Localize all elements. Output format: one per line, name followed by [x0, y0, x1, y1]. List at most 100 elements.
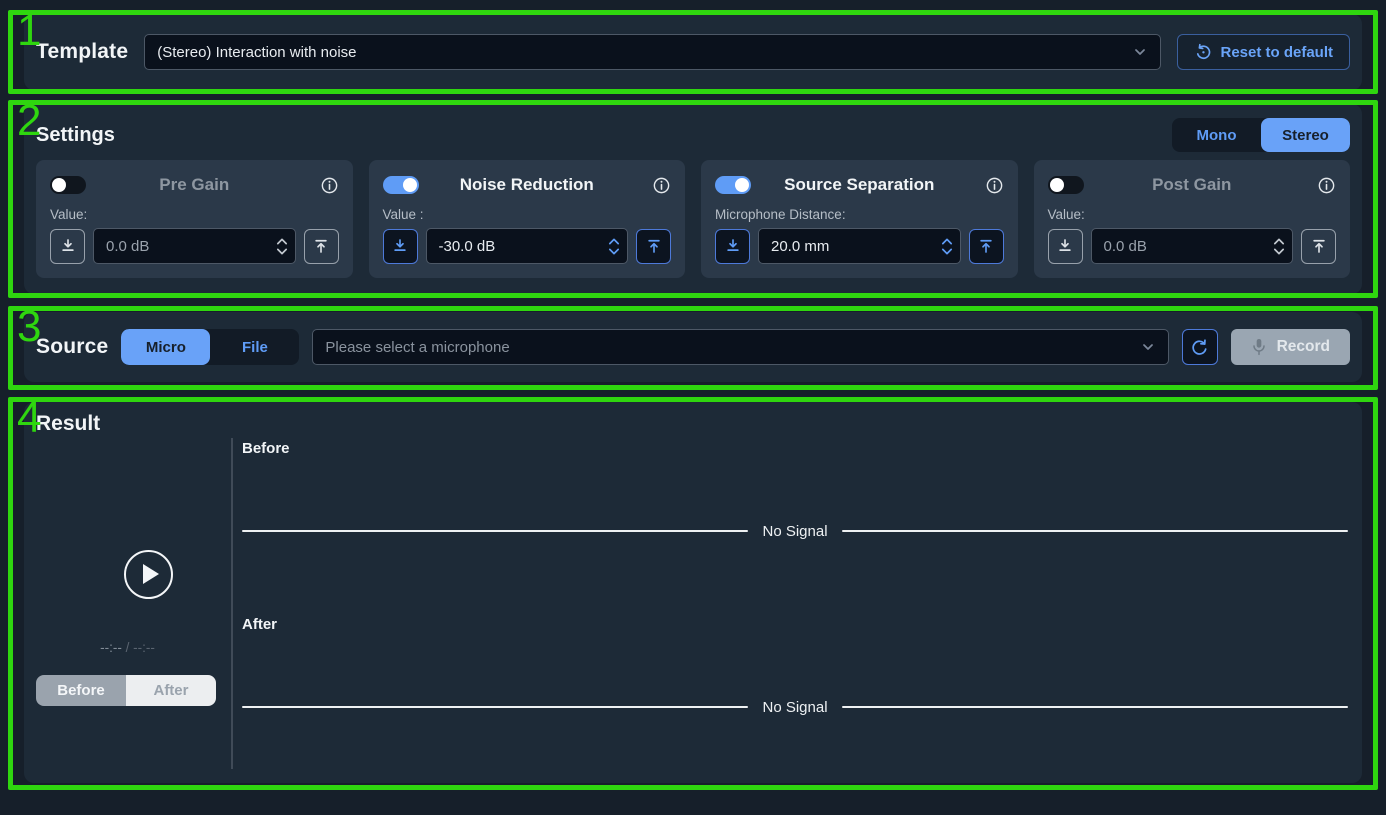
- post-gain-card: Post Gain Value: 0.0 dB: [1034, 160, 1351, 278]
- toggle-knob: [735, 178, 749, 192]
- source-separation-toggle[interactable]: [715, 176, 751, 194]
- toggle-knob: [1050, 178, 1064, 192]
- download-button[interactable]: [715, 229, 750, 264]
- info-icon[interactable]: [652, 176, 671, 195]
- noise-reduction-title: Noise Reduction: [383, 175, 672, 195]
- waveform-line: [242, 706, 748, 709]
- value-text: 20.0 mm: [771, 238, 940, 255]
- upload-button[interactable]: [1301, 229, 1336, 264]
- refresh-devices-button[interactable]: [1182, 329, 1218, 365]
- waveform-line: [842, 706, 1348, 709]
- source-section: Source Micro File Please select a microp…: [24, 312, 1362, 382]
- template-dropdown[interactable]: (Stereo) Interaction with noise: [144, 34, 1161, 70]
- record-button[interactable]: Record: [1231, 329, 1350, 365]
- file-tab[interactable]: File: [210, 329, 299, 365]
- chevron-up-icon: [1272, 237, 1286, 246]
- noise-reduction-value-input[interactable]: -30.0 dB: [426, 228, 629, 264]
- noise-reduction-toggle[interactable]: [383, 176, 419, 194]
- pre-gain-title: Pre Gain: [50, 175, 339, 195]
- before-waveform-label: Before: [242, 440, 290, 457]
- time-total: --:--: [133, 640, 155, 655]
- record-button-label: Record: [1277, 338, 1330, 356]
- download-button[interactable]: [50, 229, 85, 264]
- post-gain-title: Post Gain: [1048, 175, 1337, 195]
- reset-to-default-button[interactable]: Reset to default: [1177, 34, 1350, 70]
- template-dropdown-value: (Stereo) Interaction with noise: [157, 44, 1132, 61]
- value-stepper[interactable]: [607, 237, 621, 256]
- result-title: Result: [36, 412, 100, 436]
- chevron-down-icon: [940, 247, 954, 256]
- chevron-down-icon: [1272, 247, 1286, 256]
- upload-button[interactable]: [636, 229, 671, 264]
- download-icon: [1056, 237, 1074, 255]
- time-separator: /: [126, 640, 134, 655]
- chevron-down-icon: [1140, 339, 1156, 355]
- info-icon[interactable]: [985, 176, 1004, 195]
- download-icon: [724, 237, 742, 255]
- template-label: Template: [36, 40, 128, 64]
- micro-tab[interactable]: Micro: [121, 329, 210, 365]
- param-label: Microphone Distance:: [715, 207, 1004, 222]
- settings-section: Settings Mono Stereo Pre Gain Value:: [24, 104, 1362, 294]
- value-stepper[interactable]: [940, 237, 954, 256]
- settings-cards-row: Pre Gain Value: 0.0 dB: [36, 160, 1350, 278]
- chevron-up-icon: [275, 237, 289, 246]
- chevron-up-icon: [607, 237, 621, 246]
- result-section: Result --:-- / --:-- Before After Before…: [24, 402, 1362, 783]
- mic-distance-input[interactable]: 20.0 mm: [758, 228, 961, 264]
- channel-mode-toggle: Mono Stereo: [1172, 118, 1350, 152]
- info-icon[interactable]: [1317, 176, 1336, 195]
- reset-icon: [1194, 43, 1212, 61]
- before-waveform: No Signal: [242, 521, 1348, 541]
- source-separation-card: Source Separation Microphone Distance: 2…: [701, 160, 1018, 278]
- param-label: Value :: [383, 207, 672, 222]
- after-playback-button[interactable]: After: [126, 675, 216, 706]
- pre-gain-toggle[interactable]: [50, 176, 86, 194]
- after-waveform-label: After: [242, 616, 277, 633]
- download-icon: [59, 237, 77, 255]
- play-button[interactable]: [124, 550, 173, 599]
- playback-time: --:-- / --:--: [24, 640, 231, 655]
- before-playback-button[interactable]: Before: [36, 675, 126, 706]
- mono-button[interactable]: Mono: [1172, 118, 1261, 152]
- upload-icon: [312, 237, 330, 255]
- before-after-toggle: Before After: [36, 675, 216, 706]
- upload-icon: [1310, 237, 1328, 255]
- chevron-down-icon: [1132, 44, 1148, 60]
- app-root: Template (Stereo) Interaction with noise…: [0, 0, 1386, 815]
- value-stepper[interactable]: [1272, 237, 1286, 256]
- time-current: --:--: [100, 640, 122, 655]
- microphone-icon: [1251, 337, 1267, 357]
- download-icon: [391, 237, 409, 255]
- upload-icon: [645, 237, 663, 255]
- play-icon: [143, 564, 159, 584]
- value-text: -30.0 dB: [439, 238, 608, 255]
- value-text: 0.0 dB: [106, 238, 275, 255]
- post-gain-value-input[interactable]: 0.0 dB: [1091, 228, 1294, 264]
- value-stepper[interactable]: [275, 237, 289, 256]
- reset-button-label: Reset to default: [1220, 44, 1333, 61]
- download-button[interactable]: [383, 229, 418, 264]
- microphone-dropdown[interactable]: Please select a microphone: [312, 329, 1168, 365]
- no-signal-text: No Signal: [762, 523, 827, 540]
- microphone-dropdown-placeholder: Please select a microphone: [325, 339, 1139, 356]
- template-section: Template (Stereo) Interaction with noise…: [24, 14, 1362, 90]
- chevron-down-icon: [275, 247, 289, 256]
- pre-gain-card: Pre Gain Value: 0.0 dB: [36, 160, 353, 278]
- post-gain-toggle[interactable]: [1048, 176, 1084, 194]
- chevron-up-icon: [940, 237, 954, 246]
- source-type-tabs: Micro File: [121, 329, 299, 365]
- chevron-down-icon: [607, 247, 621, 256]
- info-icon[interactable]: [320, 176, 339, 195]
- value-text: 0.0 dB: [1104, 238, 1273, 255]
- source-separation-title: Source Separation: [715, 175, 1004, 195]
- no-signal-text: No Signal: [762, 699, 827, 716]
- download-button[interactable]: [1048, 229, 1083, 264]
- upload-button[interactable]: [304, 229, 339, 264]
- pre-gain-value-input[interactable]: 0.0 dB: [93, 228, 296, 264]
- stereo-button[interactable]: Stereo: [1261, 118, 1350, 152]
- upload-button[interactable]: [969, 229, 1004, 264]
- waveform-line: [242, 530, 748, 533]
- waveform-panel: Before No Signal After No Signal: [232, 438, 1350, 771]
- waveform-line: [842, 530, 1348, 533]
